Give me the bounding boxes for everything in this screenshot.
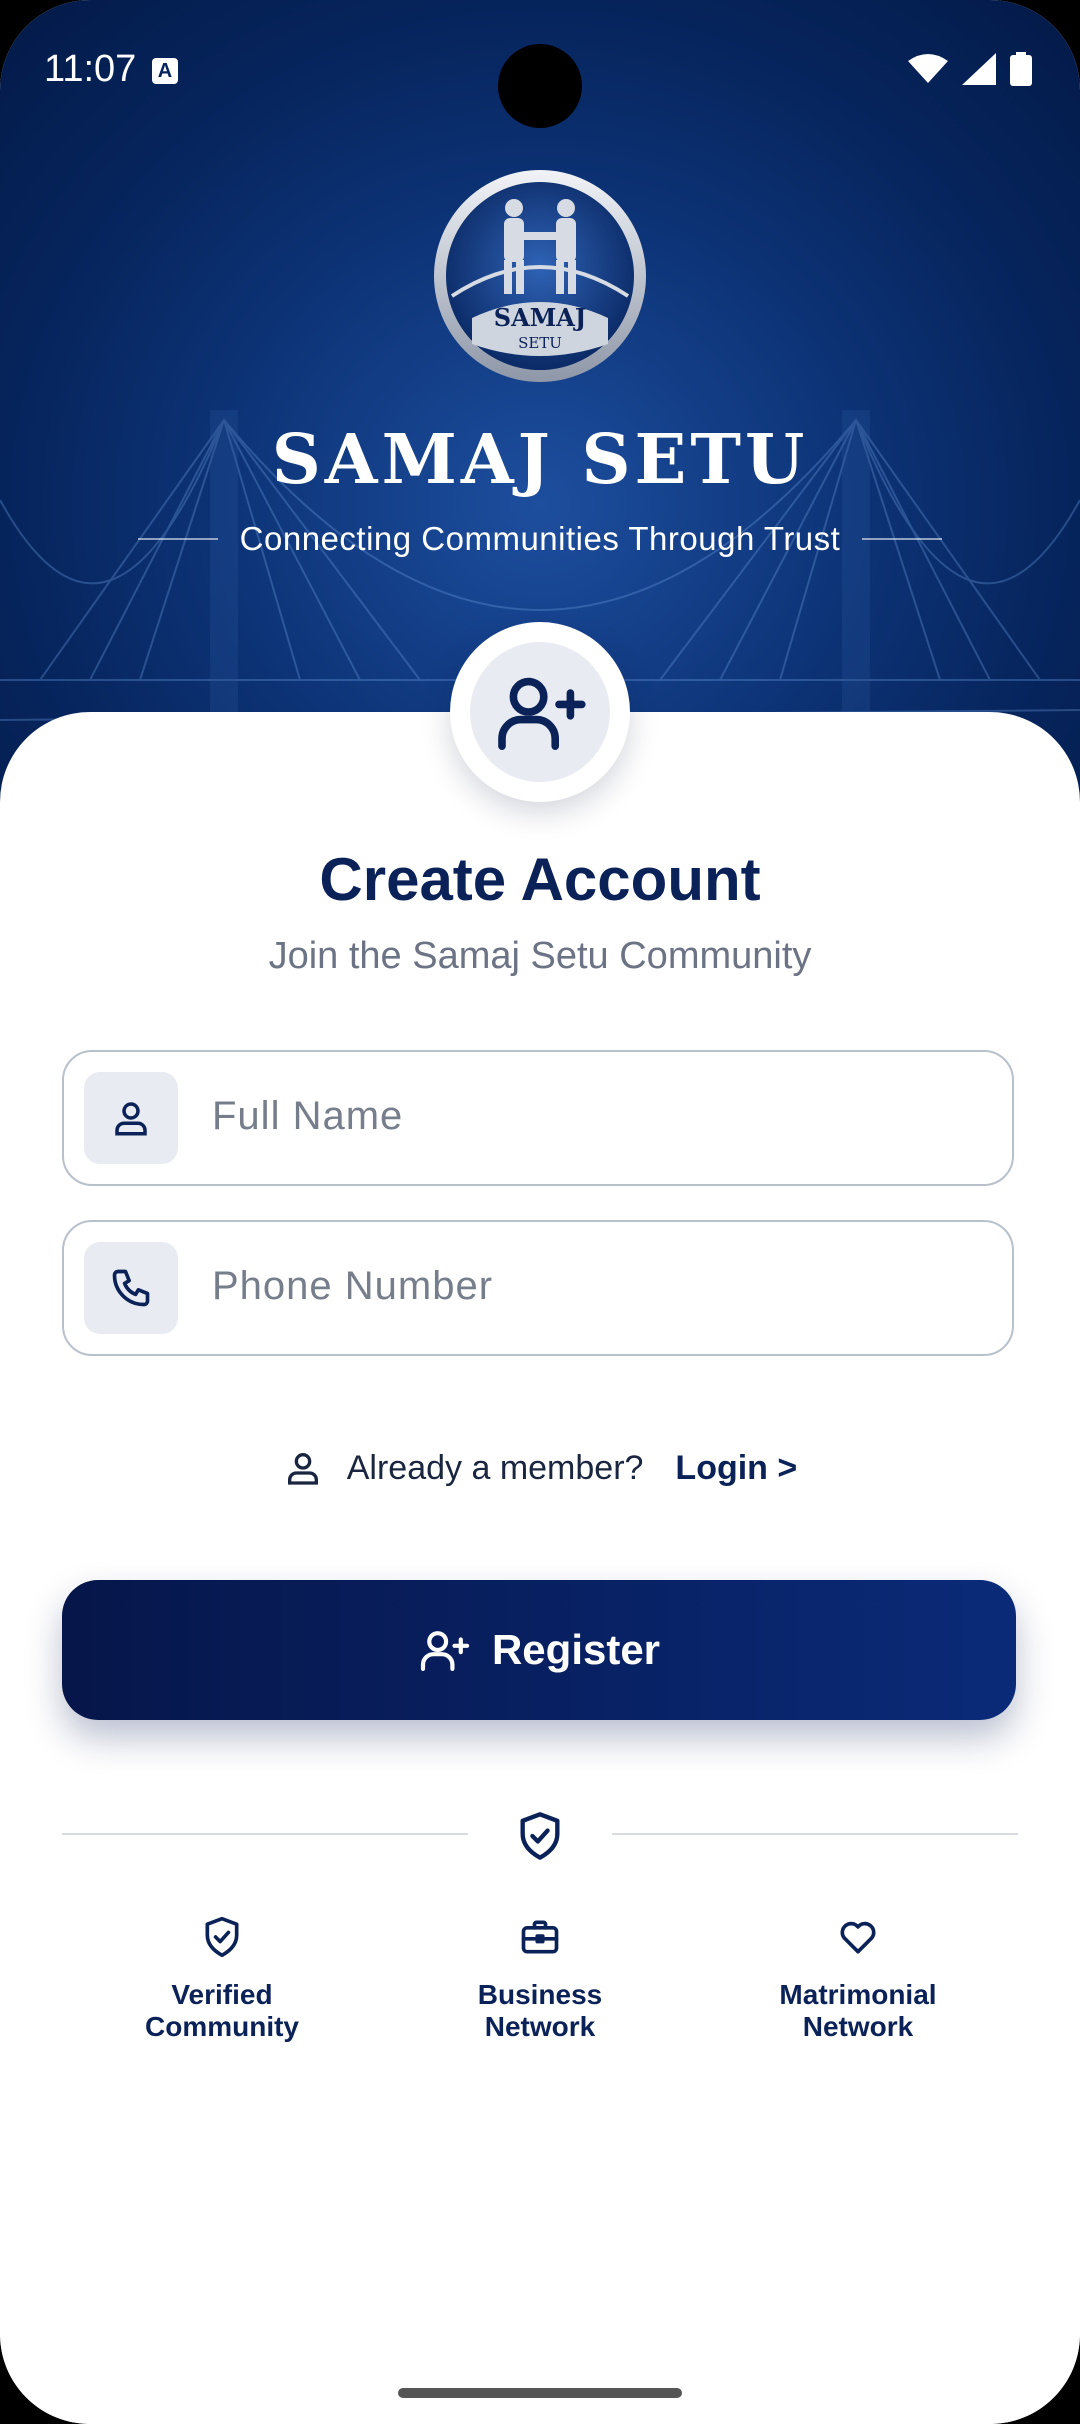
shield-check-icon [520, 1812, 560, 1860]
tagline-divider-left [137, 538, 218, 540]
tagline-row: Connecting Communities Through Trust [0, 520, 1080, 558]
logo-text-top: SAMAJ [494, 303, 587, 332]
feature-verified-line2: Community [145, 2011, 299, 2042]
login-prompt-row: Already a member? Login > [0, 1448, 1080, 1488]
full-name-icon-box [84, 1072, 178, 1164]
tagline-divider-right [862, 538, 943, 540]
avatar-badge-inner [470, 642, 610, 782]
register-add-user-icon [420, 1631, 470, 1671]
feature-business-line1: Business [477, 1979, 603, 2010]
feature-business-network: Business Network [410, 1915, 670, 2043]
person-icon [115, 1102, 147, 1136]
app-screen: 11:07 A SAMAJ SETU SAMAJ SETU Connecting… [0, 0, 1080, 2424]
heart-icon [840, 1921, 876, 1954]
logo-text-bottom: SETU [518, 334, 562, 352]
feature-verified-community: Verified Community [92, 1915, 352, 2043]
login-link[interactable]: Login > [675, 1449, 797, 1488]
register-button[interactable]: Register [62, 1580, 1016, 1720]
status-icons [908, 52, 1032, 86]
shield-check-icon [205, 1916, 239, 1958]
full-name-field[interactable]: Full Name [62, 1050, 1014, 1186]
trust-divider [62, 1810, 1018, 1870]
page-subtitle: Join the Samaj Setu Community [268, 935, 812, 977]
page-title: Create Account [319, 846, 761, 913]
phone-icon [112, 1269, 150, 1307]
status-time: 11:07 [44, 48, 137, 90]
camera-cutout [498, 44, 582, 128]
samaj-setu-logo: SAMAJ SETU [434, 170, 646, 382]
register-button-label: Register [491, 1626, 661, 1673]
home-indicator[interactable] [398, 2388, 682, 2398]
status-bar: 11:07 A [0, 0, 1080, 140]
briefcase-icon [521, 1920, 559, 1954]
divider-line-right [612, 1833, 1018, 1835]
feature-matrimonial-network: Matrimonial Network [728, 1915, 988, 2043]
full-name-placeholder: Full Name [212, 1094, 404, 1138]
wifi-icon [908, 54, 948, 83]
battery-icon [1010, 52, 1032, 86]
cell-signal-icon [962, 53, 996, 85]
member-person-icon [287, 1453, 318, 1485]
feature-matrimonial-line2: Network [802, 2011, 914, 2042]
app-tagline: Connecting Communities Through Trust [239, 520, 841, 557]
app-brand-name: SAMAJ SETU [271, 420, 809, 500]
feature-verified-line1: Verified [171, 1979, 273, 2010]
member-prompt-text: Already a member? [346, 1448, 644, 1487]
feature-matrimonial-line1: Matrimonial [779, 1979, 937, 2010]
phone-number-placeholder: Phone Number [212, 1264, 494, 1308]
add-user-icon [498, 677, 586, 750]
phone-icon-box [84, 1242, 178, 1334]
notification-a-icon: A [152, 58, 178, 84]
avatar-badge [450, 622, 630, 802]
feature-business-line2: Network [484, 2011, 596, 2042]
divider-line-left [62, 1833, 468, 1835]
phone-number-field[interactable]: Phone Number [62, 1220, 1014, 1356]
